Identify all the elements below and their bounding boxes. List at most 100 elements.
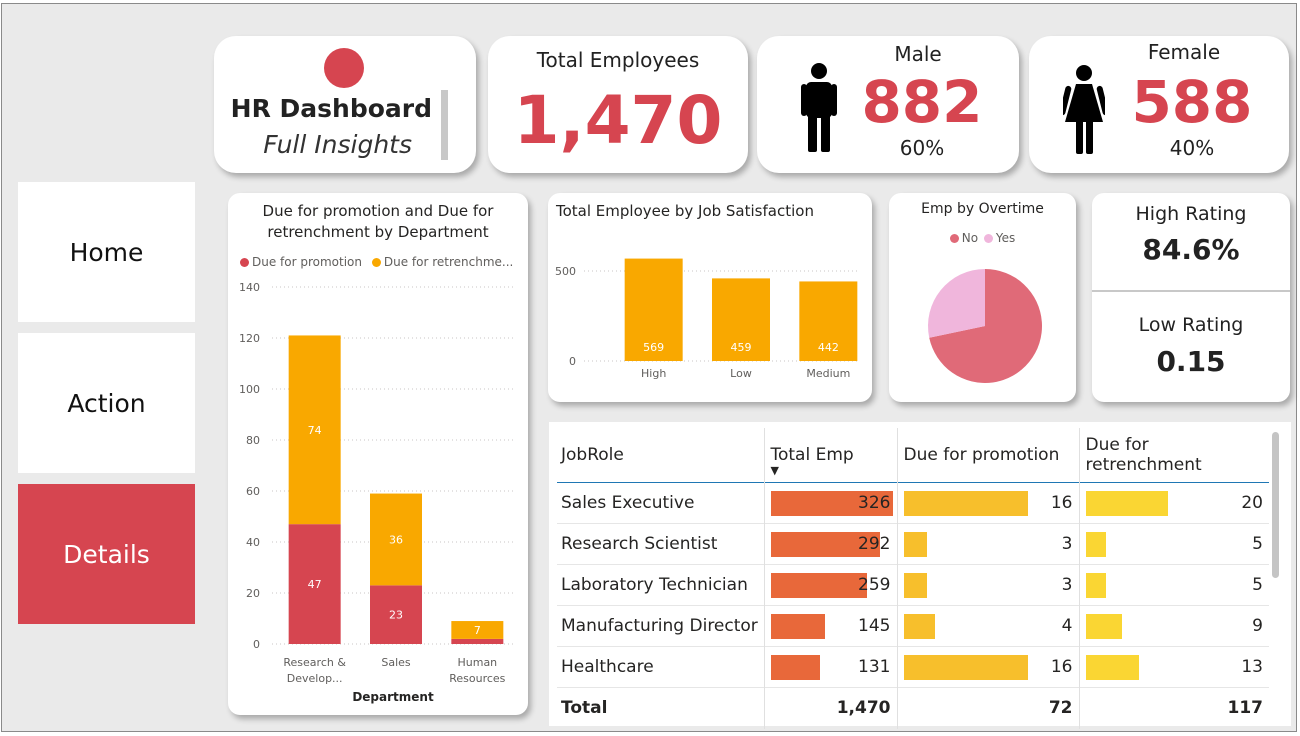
dept-y-tick: 20 bbox=[246, 587, 260, 600]
header-due-promotion[interactable]: Due for promotion bbox=[896, 428, 1079, 482]
dept-data-label: 36 bbox=[389, 533, 403, 546]
dept-y-tick: 0 bbox=[253, 638, 260, 651]
sort-desc-icon[interactable]: ▼ bbox=[771, 464, 779, 477]
cell-data-bar bbox=[1085, 654, 1139, 680]
row-due-retrenchment: 5 bbox=[1078, 564, 1270, 605]
sat-y-tick: 0 bbox=[569, 355, 576, 368]
overtime-pie bbox=[928, 269, 1042, 383]
dept-x-tick: Human bbox=[457, 656, 497, 669]
cell-data-bar bbox=[903, 531, 927, 557]
cell-bar-wrap: 9 bbox=[1085, 606, 1270, 646]
male-person-icon bbox=[801, 63, 837, 152]
header-card: HR Dashboard Full Insights bbox=[214, 36, 476, 173]
row-jobrole: Sales Executive bbox=[561, 492, 695, 513]
cell-bar-wrap: 131 bbox=[770, 647, 897, 687]
cell-bar-wrap: 16 bbox=[903, 483, 1079, 523]
cell-data-bar bbox=[1085, 490, 1168, 516]
nav-home-button[interactable]: Home bbox=[18, 182, 195, 322]
department-x-axis-label: Department bbox=[352, 690, 434, 704]
table-row[interactable]: Sales Executive 326 16 20 bbox=[557, 482, 1269, 523]
pie-slice-yes[interactable] bbox=[928, 269, 985, 338]
header-total-emp-label: Total Emp bbox=[770, 444, 854, 465]
row-due-promotion: 3 bbox=[896, 564, 1079, 605]
cell-bar-wrap: 20 bbox=[1085, 483, 1270, 523]
header-jobrole[interactable]: JobRole bbox=[557, 428, 764, 482]
dept-data-label: 74 bbox=[308, 424, 322, 437]
total-row-emp: 1,470 bbox=[763, 687, 897, 729]
row-due-promotion: 4 bbox=[896, 605, 1079, 646]
cell-bar-wrap: 259 bbox=[770, 565, 897, 605]
cell-value: 131 bbox=[858, 656, 891, 677]
nav-action-button[interactable]: Action bbox=[18, 333, 195, 473]
cell-value: 326 bbox=[858, 492, 891, 513]
total-row-promotion: 72 bbox=[896, 687, 1079, 729]
low-rating-value: 0.15 bbox=[1156, 345, 1226, 378]
jobrole-table-card: JobRole Total Emp ▼ Due for promotion Du… bbox=[549, 422, 1291, 729]
total-employees-card: Total Employees 1,470 bbox=[488, 36, 748, 173]
dept-y-tick: 100 bbox=[239, 383, 260, 396]
department-chart-plot: 0 20 40 60 80 100 120 140 47 74 Research & Develop.… bbox=[239, 281, 516, 685]
row-due-retrenchment: 20 bbox=[1078, 482, 1270, 523]
dept-y-tick: 120 bbox=[239, 332, 260, 345]
dept-y-tick: 80 bbox=[246, 434, 260, 447]
cell-value: 3 bbox=[1061, 574, 1073, 595]
cell-value: 292 bbox=[858, 533, 891, 554]
high-rating-value: 84.6% bbox=[1142, 233, 1240, 266]
sat-data-label: 459 bbox=[731, 341, 752, 354]
dept-bar-segment[interactable] bbox=[451, 638, 504, 644]
cell-value: 5 bbox=[1252, 533, 1263, 554]
sat-data-label: 569 bbox=[643, 341, 664, 354]
dept-x-tick: Develop... bbox=[287, 672, 343, 685]
row-due-promotion: 16 bbox=[896, 482, 1079, 523]
cell-bar-wrap: 3 bbox=[903, 524, 1079, 564]
male-percent: 60% bbox=[899, 136, 945, 160]
cell-value: 16 bbox=[1050, 656, 1073, 677]
row-jobrole: Research Scientist bbox=[561, 533, 718, 554]
dashboard-subtitle: Full Insights bbox=[263, 130, 412, 159]
logo-dot bbox=[324, 48, 364, 88]
female-person-icon bbox=[1063, 65, 1105, 154]
row-jobrole: Healthcare bbox=[561, 656, 654, 677]
table-row[interactable]: Laboratory Technician 259 3 5 bbox=[557, 564, 1269, 605]
table-header-row: JobRole Total Emp ▼ Due for promotion Du… bbox=[557, 428, 1269, 482]
cell-data-bar bbox=[1085, 531, 1106, 557]
row-total-emp: 292 bbox=[763, 523, 897, 564]
female-percent: 40% bbox=[1169, 136, 1215, 160]
dept-x-tick: Research & bbox=[283, 656, 346, 669]
table-row[interactable]: Research Scientist 292 3 5 bbox=[557, 523, 1269, 564]
cell-value: 3 bbox=[1061, 533, 1073, 554]
cell-bar-wrap: 326 bbox=[770, 483, 897, 523]
cell-bar-wrap: 5 bbox=[1085, 565, 1270, 605]
row-due-promotion: 16 bbox=[896, 646, 1079, 687]
cell-value: 9 bbox=[1252, 615, 1263, 636]
row-total-emp: 259 bbox=[763, 564, 897, 605]
cell-data-bar bbox=[903, 613, 935, 639]
row-due-promotion: 3 bbox=[896, 523, 1079, 564]
female-value: 588 bbox=[1131, 68, 1253, 136]
table-scrollbar[interactable] bbox=[1272, 432, 1279, 578]
nav-details-button[interactable]: Details bbox=[18, 484, 195, 624]
dept-x-tick: Sales bbox=[381, 656, 411, 669]
dept-x-tick: Resources bbox=[449, 672, 505, 685]
high-rating-label: High Rating bbox=[1135, 203, 1247, 225]
table-row[interactable]: Manufacturing Director 145 4 9 bbox=[557, 605, 1269, 646]
cell-value: 4 bbox=[1061, 615, 1073, 636]
cell-bar-wrap: 5 bbox=[1085, 524, 1270, 564]
row-jobrole: Manufacturing Director bbox=[561, 615, 758, 636]
cell-data-bar bbox=[903, 490, 1028, 516]
dept-data-label: 7 bbox=[474, 624, 481, 637]
female-label: Female bbox=[1147, 40, 1221, 64]
table-row[interactable]: Healthcare 131 16 13 bbox=[557, 646, 1269, 687]
cell-value: 20 bbox=[1241, 492, 1263, 513]
row-due-retrenchment: 13 bbox=[1078, 646, 1270, 687]
header-due-retrenchment[interactable]: Due for retrenchment bbox=[1078, 428, 1269, 482]
header-total-emp[interactable]: Total Emp ▼ bbox=[763, 428, 897, 482]
cell-bar-wrap: 13 bbox=[1085, 647, 1270, 687]
job-satisfaction-card: Total Employee by Job Satisfaction 0 500 5… bbox=[548, 193, 872, 402]
cell-bar-wrap: 4 bbox=[903, 606, 1079, 646]
cell-value: 13 bbox=[1241, 656, 1263, 677]
male-value: 882 bbox=[861, 68, 983, 136]
cell-value: 259 bbox=[858, 574, 891, 595]
male-label: Male bbox=[894, 42, 942, 66]
dept-data-label: 47 bbox=[308, 578, 322, 591]
